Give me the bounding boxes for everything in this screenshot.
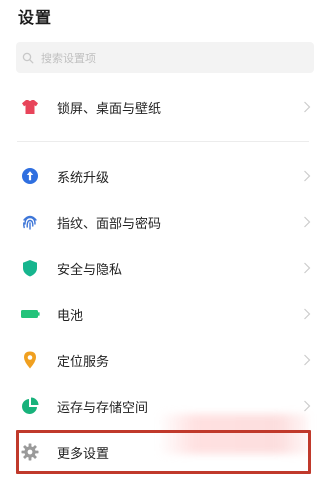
chevron-right-icon	[304, 101, 311, 113]
chevron-right-icon	[304, 216, 311, 228]
settings-item-label: 电池	[57, 308, 84, 324]
settings-item-label: 指纹、面部与密码	[57, 216, 162, 232]
location-pin-icon	[20, 350, 40, 370]
chevron-right-icon	[304, 262, 311, 274]
highlight-annotation-box	[16, 430, 311, 474]
settings-item-label: 安全与隐私	[57, 262, 123, 278]
settings-item-system-upgrade[interactable]: 系统升级	[0, 156, 317, 196]
storage-pie-icon	[20, 396, 40, 416]
section-divider	[17, 141, 309, 142]
settings-item-label: 锁屏、桌面与壁纸	[57, 101, 162, 117]
settings-item-security-privacy[interactable]: 安全与隐私	[0, 248, 317, 288]
settings-item-wallpaper[interactable]: 锁屏、桌面与壁纸	[0, 87, 317, 127]
chevron-right-icon	[304, 308, 311, 320]
fingerprint-icon	[20, 212, 40, 232]
settings-item-location[interactable]: 定位服务	[0, 340, 317, 380]
chevron-right-icon	[304, 354, 311, 366]
settings-item-label: 系统升级	[57, 170, 110, 186]
search-placeholder: 搜索设置项	[41, 51, 96, 65]
search-input[interactable]: 搜索设置项	[16, 42, 314, 73]
settings-item-label: 运存与存储空间	[57, 400, 149, 416]
page-title: 设置	[18, 8, 53, 27]
upgrade-arrow-icon	[20, 166, 40, 186]
search-icon	[22, 52, 34, 63]
chevron-right-icon	[304, 400, 311, 412]
settings-page: 设置 搜索设置项 锁屏、桌面与壁纸 系统升级 指纹、面部与密码 安全与隐私 电池…	[0, 0, 317, 483]
battery-icon	[20, 304, 40, 324]
settings-item-fingerprint[interactable]: 指纹、面部与密码	[0, 202, 317, 242]
shield-icon	[20, 258, 40, 278]
tshirt-icon	[20, 97, 40, 117]
chevron-right-icon	[304, 170, 311, 182]
settings-item-label: 定位服务	[57, 354, 110, 370]
settings-item-battery[interactable]: 电池	[0, 294, 317, 334]
